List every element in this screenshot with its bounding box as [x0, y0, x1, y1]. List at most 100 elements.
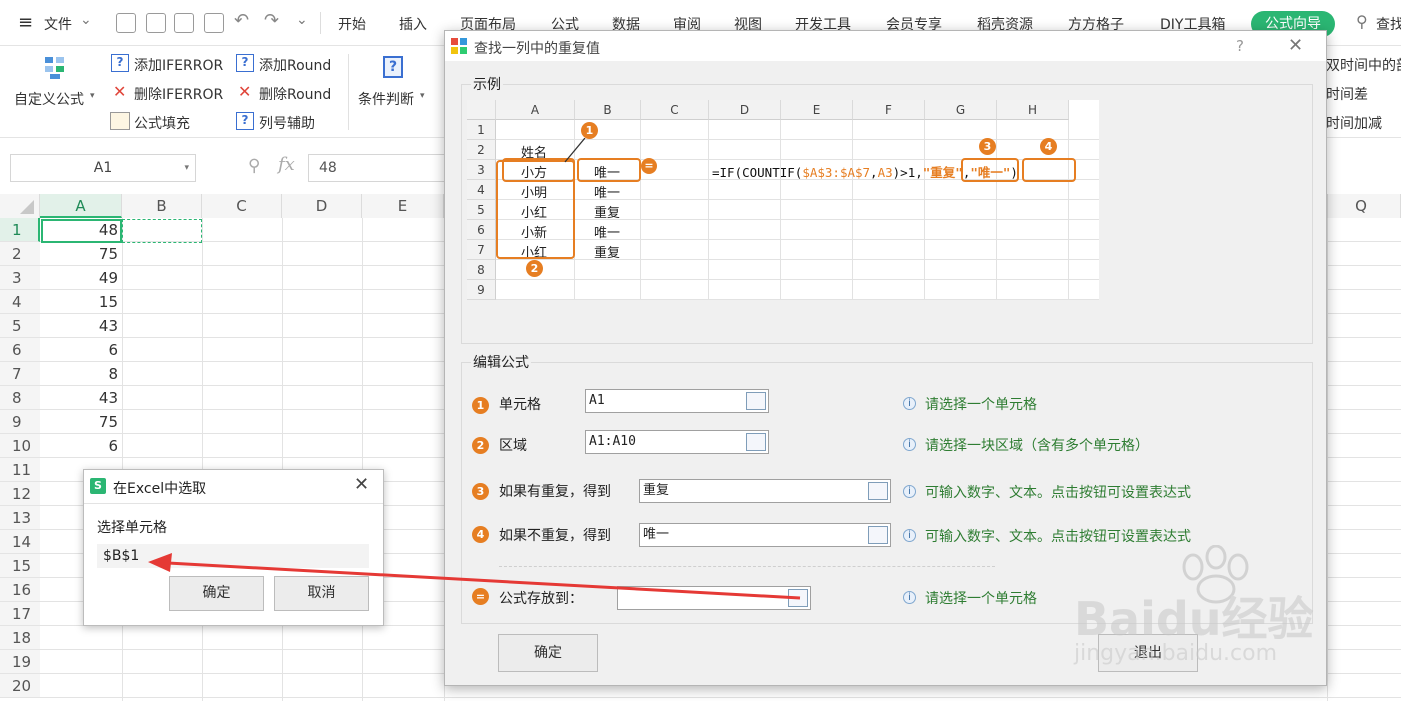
select-all-corner[interactable] — [0, 194, 40, 218]
custom-formula-button[interactable]: 自定义公式 — [14, 89, 84, 109]
chevron-down-icon[interactable]: ⌄ — [80, 12, 92, 28]
expression-builder-icon[interactable] — [868, 526, 888, 544]
example-column-header: A — [496, 100, 575, 120]
cell-a8[interactable]: 43 — [42, 389, 118, 407]
if-duplicate-input[interactable]: 重复 — [639, 479, 891, 503]
output-cell-input[interactable] — [617, 586, 811, 610]
name-box-value: A1 — [93, 160, 113, 176]
separator — [348, 54, 349, 130]
column-header-a[interactable]: A — [40, 194, 122, 218]
print-preview-icon[interactable] — [204, 13, 224, 33]
formula-input[interactable]: 48 — [308, 154, 448, 182]
file-menu[interactable]: 文件 — [44, 14, 72, 34]
cell-a3[interactable]: 49 — [42, 269, 118, 287]
add-round-button[interactable]: 添加Round — [259, 55, 331, 75]
gridline — [924, 120, 925, 300]
cell-a9[interactable]: 75 — [42, 413, 118, 431]
row-header[interactable]: 4 — [0, 290, 40, 314]
row-header[interactable]: 13 — [0, 506, 40, 530]
close-icon[interactable]: ✕ — [1288, 35, 1303, 56]
active-cell-a1[interactable] — [41, 219, 122, 243]
row-header[interactable]: 14 — [0, 530, 40, 554]
column-assist-button[interactable]: 列号辅助 — [259, 113, 315, 133]
column-header-q[interactable]: Q — [1322, 194, 1401, 218]
row-header[interactable]: 6 — [0, 338, 40, 362]
cell-a4[interactable]: 15 — [42, 293, 118, 311]
row-header[interactable]: 12 — [0, 482, 40, 506]
select-range-icon[interactable] — [746, 392, 766, 410]
row-header[interactable]: 18 — [0, 626, 40, 650]
hamburger-menu-icon[interactable]: ≡ — [18, 12, 33, 33]
ribbon-right-item-3[interactable]: 时间加减 — [1326, 113, 1382, 133]
if-unique-input[interactable]: 唯一 — [639, 523, 891, 547]
row-header[interactable]: 9 — [0, 410, 40, 434]
row-header[interactable]: 20 — [0, 674, 40, 698]
ribbon-right-item-1[interactable]: 双时间中的部 — [1326, 55, 1401, 75]
column-header-d[interactable]: D — [282, 194, 362, 218]
gridline — [496, 219, 1099, 220]
delete-iferror-button[interactable]: 删除IFERROR — [134, 84, 223, 104]
search-label[interactable]: 查找 — [1376, 14, 1401, 34]
zoom-search-icon[interactable]: ⚲ — [248, 156, 260, 176]
highlight-dup-text — [961, 158, 1019, 182]
row-header[interactable]: 5 — [0, 314, 40, 338]
formula-fill-button[interactable]: 公式填充 — [134, 113, 190, 133]
cell-a5[interactable]: 43 — [42, 317, 118, 335]
picker-cell-input[interactable]: $B$1 — [97, 544, 369, 568]
ribbon-right-item-2[interactable]: 时间差 — [1326, 84, 1368, 104]
dialog-ok-button[interactable]: 确定 — [498, 634, 598, 672]
close-icon[interactable]: ✕ — [354, 474, 369, 495]
row-header[interactable]: 8 — [0, 386, 40, 410]
row-header[interactable]: 10 — [0, 434, 40, 458]
custom-formula-icon[interactable] — [44, 56, 66, 80]
cell-a2[interactable]: 75 — [42, 245, 118, 263]
range-input[interactable]: A1:A10 — [585, 430, 769, 454]
picker-title: 在Excel中选取 — [113, 481, 207, 497]
row-header[interactable]: 16 — [0, 578, 40, 602]
name-box[interactable]: A1 ▾ — [10, 154, 196, 182]
cell-a10[interactable]: 6 — [42, 437, 118, 455]
picker-cancel-button[interactable]: 取消 — [274, 576, 369, 611]
picker-ok-button[interactable]: 确定 — [169, 576, 264, 611]
row-header[interactable]: 15 — [0, 554, 40, 578]
gridline — [362, 218, 363, 701]
condition-icon[interactable]: ? — [383, 56, 403, 78]
tab-insert[interactable]: 插入 — [399, 14, 427, 34]
row-header[interactable]: 1 — [0, 218, 40, 242]
add-iferror-button[interactable]: 添加IFERROR — [134, 55, 223, 75]
print-icon[interactable] — [174, 13, 194, 33]
tab-start[interactable]: 开始 — [338, 14, 366, 34]
dropdown-arrow-icon[interactable]: ▾ — [90, 91, 95, 101]
cell-a7[interactable]: 8 — [42, 365, 118, 383]
chevron-down-icon[interactable]: ▾ — [184, 155, 189, 181]
fx-icon[interactable]: fx — [278, 154, 295, 175]
column-header-b[interactable]: B — [122, 194, 202, 218]
cell-a6[interactable]: 6 — [42, 341, 118, 359]
row-header[interactable]: 2 — [0, 242, 40, 266]
search-icon[interactable]: ⚲ — [1356, 12, 1368, 31]
delete-round-button[interactable]: 删除Round — [259, 84, 331, 104]
select-range-icon[interactable] — [788, 589, 808, 607]
cell-input[interactable]: A1 — [585, 389, 769, 413]
example-row-header: 8 — [467, 260, 496, 280]
export-icon[interactable] — [146, 13, 166, 33]
row-header[interactable]: 3 — [0, 266, 40, 290]
row-header[interactable]: 19 — [0, 650, 40, 674]
redo-icon[interactable]: ↷ — [264, 10, 279, 31]
condition-button[interactable]: 条件判断 — [358, 89, 414, 109]
column-header-e[interactable]: E — [362, 194, 444, 218]
row-header[interactable]: 17 — [0, 602, 40, 626]
save-icon[interactable] — [116, 13, 136, 33]
column-header-c[interactable]: C — [202, 194, 282, 218]
dropdown-arrow-icon[interactable]: ▾ — [420, 91, 425, 101]
marching-ants-b1[interactable] — [122, 219, 202, 243]
select-range-icon[interactable] — [746, 433, 766, 451]
row-header[interactable]: 11 — [0, 458, 40, 482]
undo-icon[interactable]: ↶ — [234, 10, 249, 31]
step-4-badge: 4 — [472, 526, 489, 543]
info-icon: i — [903, 529, 916, 542]
customize-quick-access-icon[interactable]: ⌄ — [296, 12, 308, 28]
row-header[interactable]: 7 — [0, 362, 40, 386]
expression-builder-icon[interactable] — [868, 482, 888, 500]
help-icon[interactable]: ? — [1236, 37, 1244, 55]
